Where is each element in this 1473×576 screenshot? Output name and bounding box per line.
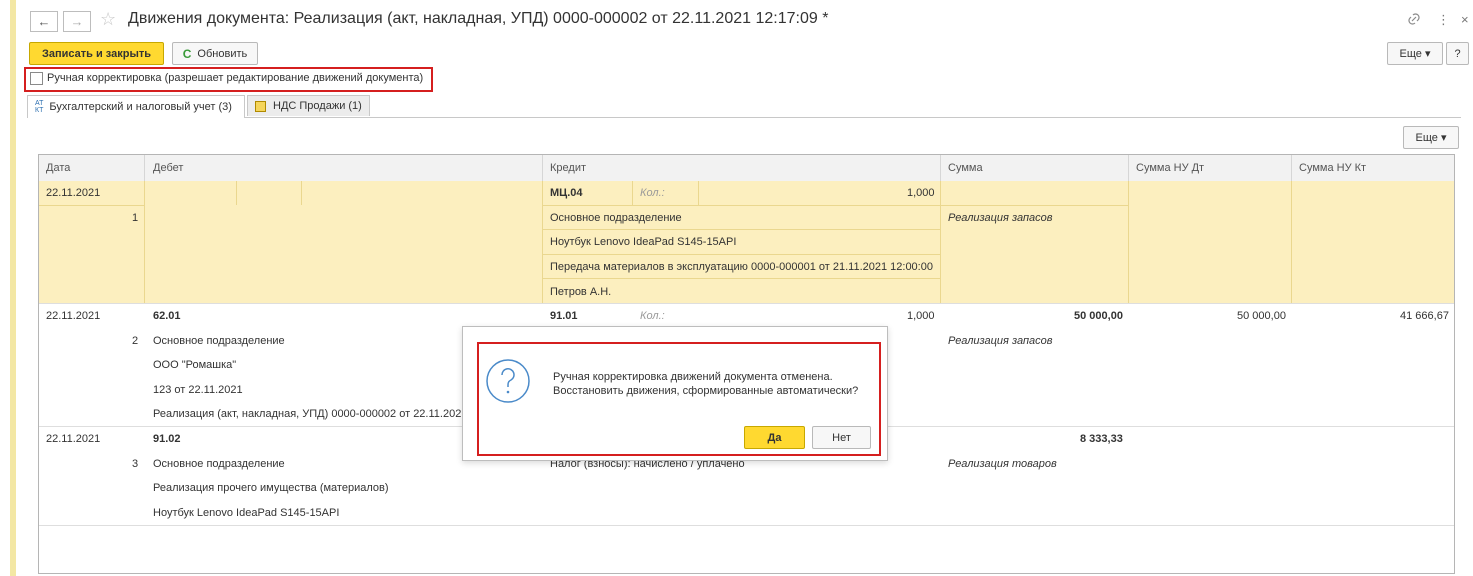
favorite-star-icon[interactable]: ☆ — [100, 9, 116, 30]
row2-credit-qty: 1,000 — [907, 310, 935, 322]
row1-sum-note: Реализация запасов — [948, 212, 1053, 224]
window-title: Движения документа: Реализация (акт, нак… — [128, 10, 829, 27]
menu-icon[interactable]: ⋮ — [1437, 12, 1450, 28]
row3-date: 22.11.2021 — [46, 433, 101, 445]
link-icon[interactable] — [1407, 12, 1421, 29]
row2-debit-line: ООО "Ромашка" — [153, 359, 237, 371]
close-icon[interactable]: × — [1461, 12, 1469, 27]
table-header — [39, 155, 1454, 182]
row3-debit-account: 91.02 — [153, 433, 181, 445]
row2-debit-account: 62.01 — [153, 310, 181, 322]
no-button[interactable]: Нет — [812, 426, 871, 449]
tab-vat-sales[interactable]: НДС Продажи (1) — [247, 95, 370, 116]
row2-number: 2 — [132, 335, 139, 347]
row3-sum-note: Реализация товаров — [948, 458, 1057, 470]
dialog-message-line1: Ручная корректировка движений документа … — [553, 371, 833, 383]
row3-number: 3 — [132, 458, 139, 470]
back-button[interactable]: ← — [30, 11, 58, 32]
question-icon — [485, 358, 531, 404]
col-sum[interactable]: Сумма — [948, 155, 983, 181]
row1-date: 22.11.2021 — [46, 187, 101, 199]
row3-debit-line: Реализация прочего имущества (материалов… — [153, 482, 389, 494]
row3-debit-line: Основное подразделение — [153, 458, 285, 470]
manual-correction-label: Ручная корректировка (разрешает редактир… — [47, 72, 424, 84]
col-date[interactable]: Дата — [46, 155, 70, 181]
row1-credit-line: Основное подразделение — [550, 212, 682, 224]
forward-icon: → — [70, 14, 84, 29]
tab-accounting[interactable]: АТ КТ Бухгалтерский и налоговый учет (3) — [27, 95, 245, 118]
dialog-message: Ручная корректировка движений документа … — [553, 370, 858, 398]
row1-credit-line: Передача материалов в эксплуатацию 0000-… — [550, 261, 933, 273]
col-debit[interactable]: Дебет — [153, 155, 183, 181]
row2-debit-line: Основное подразделение — [153, 335, 285, 347]
row2-nu-kt: 41 666,67 — [1400, 310, 1449, 322]
manual-correction-checkbox[interactable] — [30, 72, 43, 85]
save-close-button[interactable]: Записать и закрыть — [29, 42, 164, 65]
row1-credit-line: Петров А.Н. — [550, 286, 612, 298]
table-row[interactable] — [39, 181, 1454, 303]
table-more-button[interactable]: Еще ▾ — [1403, 126, 1459, 149]
col-sum-nu-dt[interactable]: Сумма НУ Дт — [1136, 155, 1204, 181]
row2-credit-qty-label: Кол.: — [640, 310, 665, 322]
row1-credit-qty: 1,000 — [907, 187, 935, 199]
row1-credit-qty-label: Кол.: — [640, 187, 665, 199]
dt-kt-icon: АТ КТ — [35, 100, 44, 114]
row2-sum-note: Реализация запасов — [948, 335, 1053, 347]
forward-button[interactable]: → — [63, 11, 91, 32]
col-sum-nu-kt[interactable]: Сумма НУ Кт — [1299, 155, 1366, 181]
row2-nu-dt: 50 000,00 — [1237, 310, 1286, 322]
help-button[interactable]: ? — [1446, 42, 1469, 65]
row1-number: 1 — [132, 212, 139, 224]
row3-debit-line: Ноутбук Lenovo IdeaPad S145-15API — [153, 507, 340, 519]
left-accent-bar — [10, 0, 16, 576]
row3-sum: 8 333,33 — [1080, 433, 1123, 445]
refresh-icon: C — [182, 46, 192, 61]
row1-credit-account: МЦ.04 — [550, 187, 583, 199]
row2-credit-account: 91.01 — [550, 310, 578, 322]
row1-credit-line: Ноутбук Lenovo IdeaPad S145-15API — [550, 236, 737, 248]
dialog-message-line2: Восстановить движения, сформированные ав… — [553, 385, 859, 397]
col-credit[interactable]: Кредит — [550, 155, 586, 181]
row2-sum: 50 000,00 — [1074, 310, 1123, 322]
refresh-label: Обновить — [197, 47, 248, 60]
yes-button[interactable]: Да — [744, 426, 805, 449]
more-button[interactable]: Еще ▾ — [1387, 42, 1443, 65]
back-icon: ← — [37, 14, 51, 29]
tab-accounting-label: Бухгалтерский и налоговый учет (3) — [49, 101, 232, 113]
tab-vat-sales-label: НДС Продажи (1) — [273, 100, 362, 112]
row2-debit-line: 123 от 22.11.2021 — [153, 384, 243, 396]
vat-register-icon — [255, 100, 266, 112]
row2-date: 22.11.2021 — [46, 310, 101, 322]
refresh-button[interactable]: C Обновить — [172, 42, 258, 65]
row2-debit-line: Реализация (акт, накладная, УПД) 0000-00… — [153, 408, 468, 420]
